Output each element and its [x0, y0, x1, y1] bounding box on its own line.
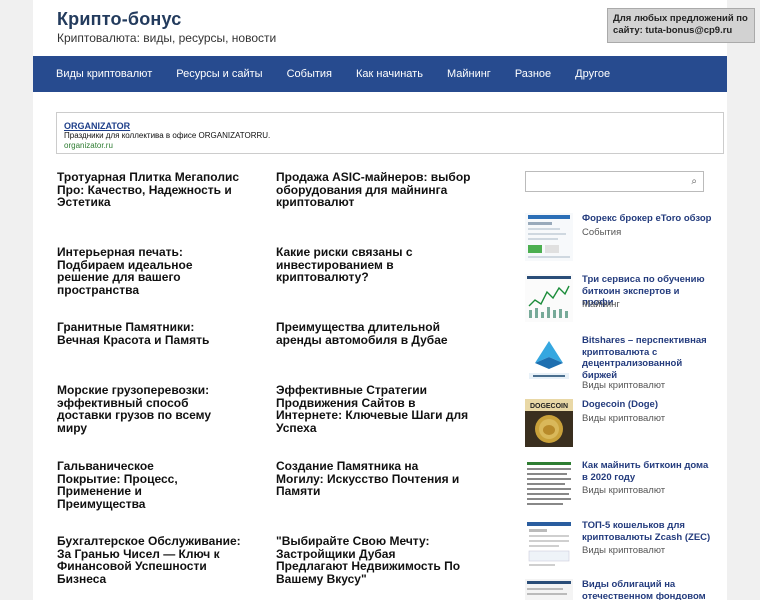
- post-thumbnail[interactable]: [525, 520, 573, 568]
- search-input[interactable]: ⌕: [525, 171, 704, 192]
- post-title[interactable]: Создание Памятника на Могилу: Искусство …: [276, 460, 461, 498]
- banner-brand[interactable]: ORGANIZATOR: [64, 121, 716, 131]
- post-thumbnail[interactable]: [525, 579, 573, 600]
- nav-item-mining[interactable]: Майнинг: [447, 68, 491, 80]
- post-title[interactable]: Бухгалтерское Обслуживание: За Гранью Чи…: [57, 535, 252, 585]
- post-title[interactable]: Тротуарная Плитка Мегаполис Про: Качеств…: [57, 171, 257, 209]
- post-title[interactable]: Преимущества длительной аренды автомобил…: [276, 321, 476, 346]
- banner-text: Праздники для коллектива в офисе ORGANIZ…: [64, 131, 271, 140]
- post-title[interactable]: "Выбирайте Свою Мечту: Застройщики Дубая…: [276, 535, 468, 585]
- search-icon[interactable]: ⌕: [691, 176, 697, 187]
- post-thumbnail[interactable]: [525, 213, 573, 261]
- sidebar-post-title[interactable]: ТОП-5 кошельков для криптовалюты Zcash (…: [582, 520, 712, 543]
- sidebar-post-title[interactable]: Dogecoin (Doge): [582, 399, 712, 411]
- post-title[interactable]: Продажа ASIC-майнеров: выбор оборудовани…: [276, 171, 471, 209]
- sidebar-post-category[interactable]: Виды криптовалют: [582, 545, 665, 556]
- post-title[interactable]: Гранитные Памятники: Вечная Красота и Па…: [57, 321, 232, 346]
- sidebar-post-title[interactable]: Как майнить биткоин дома в 2020 году: [582, 460, 712, 483]
- sidebar-post-title[interactable]: Bitshares – перспективная криптовалюта с…: [582, 335, 712, 381]
- nav-item-events[interactable]: События: [287, 68, 332, 80]
- ad-banner[interactable]: ORGANIZATOR Праздники для коллектива в о…: [56, 112, 724, 154]
- sidebar-post-category[interactable]: Виды криптовалют: [582, 485, 665, 496]
- nav-item-crypto-types[interactable]: Виды криптовалют: [56, 68, 152, 80]
- nav-item-misc[interactable]: Разное: [515, 68, 551, 80]
- nav-item-how-to-start[interactable]: Как начинать: [356, 68, 423, 80]
- sidebar-post-category[interactable]: Виды криптовалют: [582, 380, 665, 391]
- post-title[interactable]: Морские грузоперевозки: эффективный спос…: [57, 384, 237, 434]
- main-navigation: Виды криптовалют Ресурсы и сайты События…: [33, 56, 727, 92]
- post-thumbnail[interactable]: DOGECOIN: [525, 399, 573, 447]
- page-container: Крипто-бонус Криптовалюта: виды, ресурсы…: [33, 0, 755, 600]
- sidebar-post-category[interactable]: События: [582, 227, 621, 238]
- post-thumbnail[interactable]: [525, 274, 573, 322]
- post-title[interactable]: Какие риски связаны с инвестированием в …: [276, 246, 476, 284]
- sidebar-post-category[interactable]: Майнинг: [582, 299, 620, 310]
- banner-url[interactable]: organizator.ru: [64, 141, 716, 151]
- site-title[interactable]: Крипто-бонус: [57, 9, 181, 30]
- post-title[interactable]: Интерьерная печать: Подбираем идеальное …: [57, 246, 247, 296]
- post-thumbnail[interactable]: [525, 335, 573, 383]
- sidebar-post-title[interactable]: Виды облигаций на отечественном фондовом: [582, 579, 712, 600]
- post-thumbnail[interactable]: [525, 460, 573, 508]
- sidebar-post-category[interactable]: Виды криптовалют: [582, 413, 665, 424]
- dogecoin-thumb-label: DOGECOIN: [530, 403, 568, 410]
- post-title[interactable]: Гальваническое Покрытие: Процесс, Примен…: [57, 460, 217, 510]
- nav-item-other[interactable]: Другое: [575, 68, 610, 80]
- site-description: Криптовалюта: виды, ресурсы, новости: [57, 31, 277, 45]
- nav-item-resources[interactable]: Ресурсы и сайты: [176, 68, 262, 80]
- sidebar-post-title[interactable]: Форекс брокер eToro обзор: [582, 213, 712, 225]
- post-title[interactable]: Эффективные Стратегии Продвижения Сайтов…: [276, 384, 476, 434]
- header-ad-box: Для любых предложений по сайту: tuta-bon…: [607, 8, 755, 43]
